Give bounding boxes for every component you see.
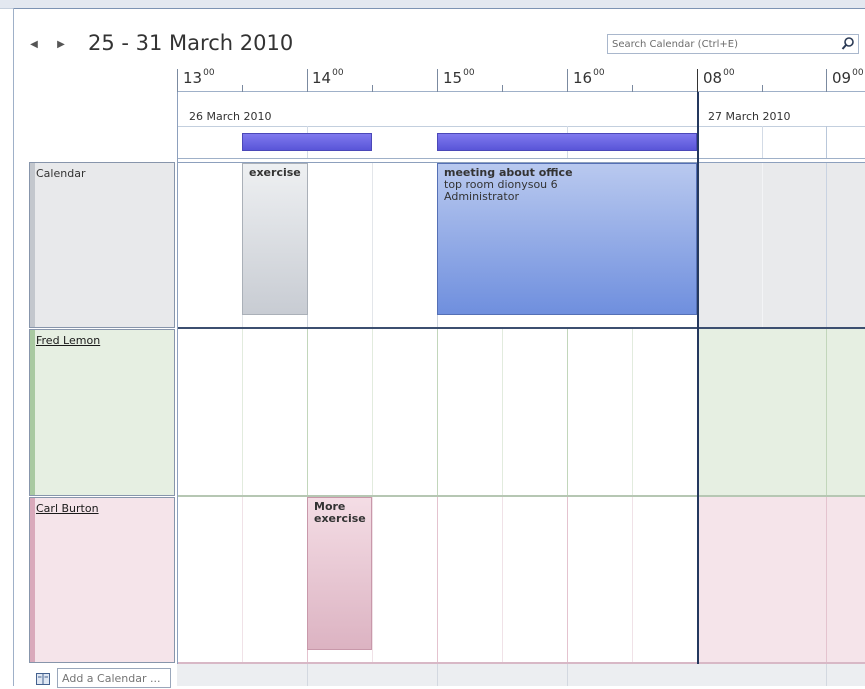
grid-line — [502, 497, 503, 662]
row-color-stripe — [30, 330, 35, 495]
grid-line — [632, 329, 633, 495]
grid-line — [826, 163, 827, 327]
busy-bar-exercise[interactable] — [242, 133, 372, 151]
appointment-organizer: Administrator — [444, 190, 519, 203]
busy-bar-meeting[interactable] — [437, 133, 697, 151]
hour-label-14: 1400 — [312, 68, 344, 87]
grid-line — [826, 126, 827, 158]
row-color-stripe — [30, 498, 35, 662]
grid-line — [307, 329, 308, 495]
header-bottom-line — [177, 158, 865, 159]
row-label-calendar[interactable]: Calendar — [29, 162, 175, 328]
grid-line — [437, 497, 438, 662]
date-range-title: 25 - 31 March 2010 — [88, 31, 294, 55]
grid-line — [372, 497, 373, 662]
row-label-calendar-text: Calendar — [36, 167, 86, 180]
grid-line — [762, 126, 763, 158]
appointment-more-exercise[interactable]: More exercise — [307, 497, 372, 650]
grid-line — [567, 664, 568, 686]
carl-row-offhours[interactable] — [698, 497, 865, 663]
hour-label-09: 0900 — [832, 68, 864, 87]
calendar-frame-top — [13, 8, 865, 9]
grid-left-border — [177, 92, 178, 686]
appointment-title: More exercise — [314, 500, 366, 525]
calendar-row-offhours[interactable] — [698, 162, 865, 328]
grid-line — [567, 329, 568, 495]
fred-lemon-link[interactable]: Fred Lemon — [36, 334, 100, 347]
search-icon[interactable] — [838, 35, 858, 53]
row-label-carl-burton[interactable]: Carl Burton — [29, 497, 175, 663]
half-hour-tick — [762, 85, 763, 92]
row-label-fred-lemon[interactable]: Fred Lemon — [29, 329, 175, 496]
grid-line — [437, 664, 438, 686]
half-hour-tick — [372, 85, 373, 92]
previous-arrow-icon[interactable]: ◀ — [26, 36, 42, 54]
half-hour-tick — [502, 85, 503, 92]
appointment-exercise[interactable]: exercise — [242, 163, 308, 315]
grid-line — [372, 329, 373, 495]
hour-tick — [437, 69, 438, 92]
grid-line — [826, 497, 827, 662]
half-hour-tick — [242, 85, 243, 92]
grid-line — [372, 163, 373, 327]
hour-label-13: 1300 — [183, 68, 215, 87]
grid-line — [242, 329, 243, 495]
search-calendar-box[interactable] — [607, 34, 859, 54]
grid-line — [307, 664, 308, 686]
hour-tick — [826, 69, 827, 92]
day-label-26-march: 26 March 2010 — [189, 110, 272, 123]
next-arrow-icon[interactable]: ▶ — [53, 36, 69, 54]
hour-tick — [177, 69, 178, 92]
half-hour-tick — [632, 85, 633, 92]
row-color-stripe — [30, 163, 35, 327]
grid-line — [437, 329, 438, 495]
grid-line — [242, 497, 243, 662]
bottom-empty-row — [177, 664, 865, 686]
grid-line — [826, 329, 827, 495]
day-label-27-march: 27 March 2010 — [708, 110, 791, 123]
appointment-meeting-about-office[interactable]: meeting about office top room dionysou 6… — [437, 163, 697, 315]
hour-label-16: 1600 — [573, 68, 605, 87]
search-calendar-input[interactable] — [612, 37, 832, 51]
grid-line — [567, 497, 568, 662]
fred-row-offhours[interactable] — [698, 329, 865, 496]
hour-tick — [567, 69, 568, 92]
day-boundary-line — [697, 92, 699, 686]
grid-line — [762, 163, 763, 327]
hour-label-15: 1500 — [443, 68, 475, 87]
grid-line — [826, 664, 827, 686]
hour-tick — [307, 69, 308, 92]
carl-burton-link[interactable]: Carl Burton — [36, 502, 99, 515]
appointment-title: exercise — [249, 166, 301, 179]
grid-line — [632, 497, 633, 662]
calendar-frame-left — [13, 8, 14, 686]
day-boundary-tick — [697, 69, 698, 92]
address-book-icon[interactable] — [36, 670, 50, 685]
add-calendar-input[interactable] — [57, 668, 171, 688]
grid-line — [502, 329, 503, 495]
hour-label-08: 0800 — [703, 68, 735, 87]
